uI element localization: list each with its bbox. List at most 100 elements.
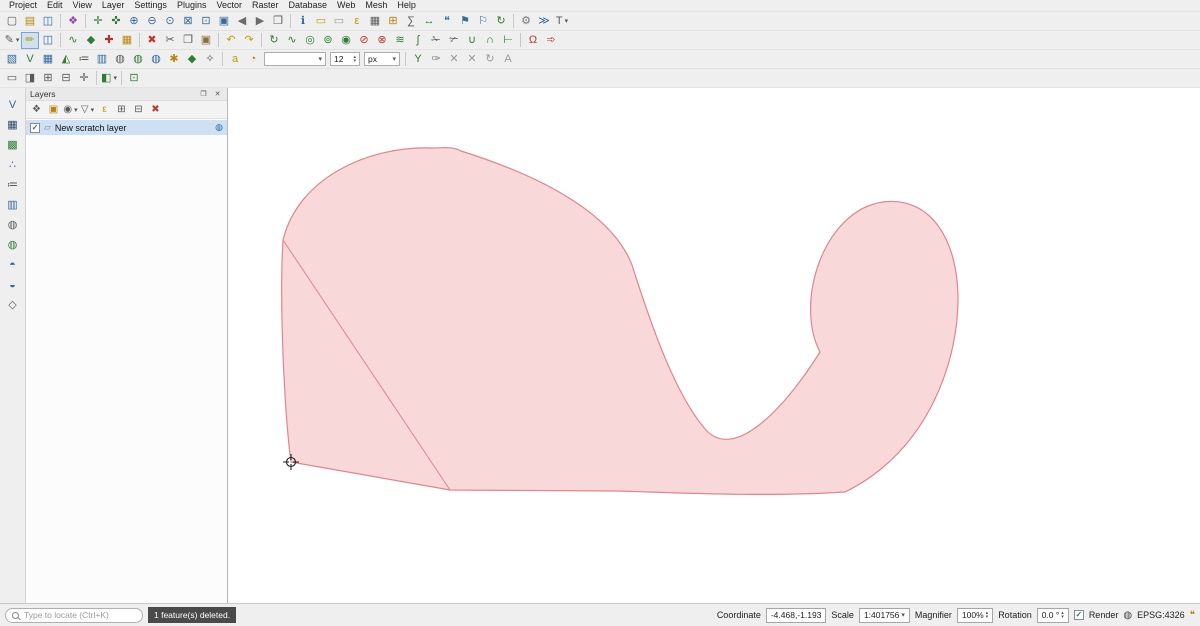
merge-attributes-button[interactable]: ∩ [481,32,499,49]
pan-to-selection-button[interactable]: ✜ [107,13,125,30]
layer-visibility-checkbox[interactable]: ✓ [30,123,40,133]
add-mesh-layer-button[interactable]: ▩ [3,136,23,155]
expand-all-button[interactable]: ⊞ [113,102,130,118]
delete-part-button[interactable]: ⊗ [373,32,391,49]
delete-selected-button[interactable]: ✖ [143,32,161,49]
menu-project[interactable]: Project [4,0,42,11]
menu-raster[interactable]: Raster [247,0,284,11]
add-polygon-feature-button[interactable]: ◆ [82,32,100,49]
statistical-summary-button[interactable]: ∑ [402,13,420,30]
add-spatialite-layer-button[interactable]: ◍ [111,51,129,68]
enable-snapping-button[interactable]: Ω [524,32,542,49]
map-tips-button[interactable]: ❝ [438,13,456,30]
layer-diagram-button[interactable]: ◔ [244,51,262,68]
add-point-cloud-layer-button[interactable]: ∴ [3,156,23,175]
menu-layer[interactable]: Layer [97,0,130,11]
zoom-next-button[interactable]: ▶ [251,13,269,30]
label-units-combo[interactable]: px▾ [364,52,400,66]
toggle-editing-button[interactable]: ✏ [21,32,39,49]
show-bookmarks-button[interactable]: ⚐ [474,13,492,30]
zoom-to-layer-button[interactable]: ▣ [215,13,233,30]
zoom-in-button[interactable]: ⊕ [125,13,143,30]
open-project-button[interactable]: ▤ [21,13,39,30]
measure-line-button[interactable]: ↔ [420,13,438,30]
scale-combo[interactable]: 1:401756 ▾ [859,608,910,623]
new-virtual-layer-button[interactable]: ◇ [3,296,23,315]
merge-features-button[interactable]: ∪ [463,32,481,49]
scratch-layer-feature[interactable] [282,148,958,495]
deselect-features-button[interactable]: ▭ [330,13,348,30]
new-scratch-layer-button[interactable]: ✧ [201,51,219,68]
add-wms-layer-button[interactable]: ◍ [129,51,147,68]
zoom-last-button[interactable]: ◀ [233,13,251,30]
save-layer-edits-button[interactable]: ◫ [39,32,57,49]
undo-button[interactable]: ↶ [222,32,240,49]
paste-features-button[interactable]: ▣ [197,32,215,49]
menu-settings[interactable]: Settings [129,0,172,11]
add-wms-layer-button[interactable]: ◍ [3,236,23,255]
delete-ring-button[interactable]: ⊘ [355,32,373,49]
python-console-button[interactable]: ≫ [535,13,553,30]
pan-map-button[interactable]: ✛ [89,13,107,30]
simplify-feature-button[interactable]: ∿ [283,32,301,49]
add-postgis-layer-button[interactable]: ▥ [93,51,111,68]
show-hide-labels-button[interactable]: ✕ [445,51,463,68]
move-label-button[interactable]: ✕ [463,51,481,68]
menu-view[interactable]: View [68,0,97,11]
pin-unpin-labels-button[interactable]: ✑ [427,51,445,68]
add-wcs-layer-button[interactable]: ◓ [3,256,23,275]
reshape-features-button[interactable]: ʃ [409,32,427,49]
rotation-spin[interactable]: 0.0 ° ▴ ▾ [1037,608,1069,623]
menu-help[interactable]: Help [392,0,421,11]
annotation-dropdown-button[interactable]: T▾ [553,13,571,30]
locate-search-input[interactable]: Type to locate (Ctrl+K) [5,608,143,623]
processing-toolbox-button[interactable]: ⚙ [517,13,535,30]
select-features-button[interactable]: ▭ [312,13,330,30]
save-project-button[interactable]: ◫ [39,13,57,30]
form-annotation-button[interactable]: ◨ [21,70,39,87]
label-font-combo[interactable]: ▾ [264,52,326,66]
new-geopackage-layer-button[interactable]: ◆ [183,51,201,68]
menu-database[interactable]: Database [284,0,333,11]
move-annotation-button[interactable]: ✛ [75,70,93,87]
remove-layer-button[interactable]: ✖ [147,102,164,118]
highlight-labels-button[interactable]: Y [409,51,427,68]
vertex-tool-button[interactable]: ✚ [100,32,118,49]
zoom-native-button[interactable]: ⊙ [161,13,179,30]
add-wfs-layer-button[interactable]: ◒ [3,276,23,295]
open-attribute-table-button[interactable]: ▦ [366,13,384,30]
add-part-button[interactable]: ⊚ [319,32,337,49]
map-canvas[interactable] [228,88,1200,603]
cut-features-button[interactable]: ✂ [161,32,179,49]
menu-plugins[interactable]: Plugins [172,0,212,11]
float-panel-button[interactable]: ❐ [198,89,209,100]
add-vector-layer-button[interactable]: V [21,51,39,68]
redo-button[interactable]: ↷ [240,32,258,49]
change-label-properties-button[interactable]: A [499,51,517,68]
zoom-out-button[interactable]: ⊖ [143,13,161,30]
add-wfs-layer-button[interactable]: ◍ [147,51,165,68]
open-data-source-manager-button[interactable]: ▧ [3,51,21,68]
menu-web[interactable]: Web [332,0,360,11]
style-manager-button[interactable]: ❖ [64,13,82,30]
rotate-feature-button[interactable]: ↻ [265,32,283,49]
layer-labeling-button[interactable]: a [226,51,244,68]
map-theme-dropdown-button[interactable]: ◧▾ [100,70,118,87]
add-raster-layer-button[interactable]: ▦ [3,116,23,135]
add-group-button[interactable]: ▣ [45,102,62,118]
copy-features-button[interactable]: ❐ [179,32,197,49]
coordinate-input[interactable]: -4.468,-1.193 [766,608,827,623]
trim-extend-button[interactable]: ⊢ [499,32,517,49]
filter-by-expression-button[interactable]: ε [96,102,113,118]
split-features-button[interactable]: ✁ [427,32,445,49]
enable-tracing-button[interactable]: ➾ [542,32,560,49]
field-calculator-button[interactable]: ⊞ [384,13,402,30]
add-delimited-text-layer-button[interactable]: ≔ [3,176,23,195]
collapse-all-button[interactable]: ⊟ [130,102,147,118]
digitize-with-segment-button[interactable]: ∿ [64,32,82,49]
label-size-spin[interactable]: 12▴▾ [330,52,360,66]
add-mesh-layer-button[interactable]: ◭ [57,51,75,68]
new-map-view-button[interactable]: ❐ [269,13,287,30]
filter-legend-button[interactable]: ▽▾ [79,102,96,118]
new-project-button[interactable]: ▢ [3,13,21,30]
